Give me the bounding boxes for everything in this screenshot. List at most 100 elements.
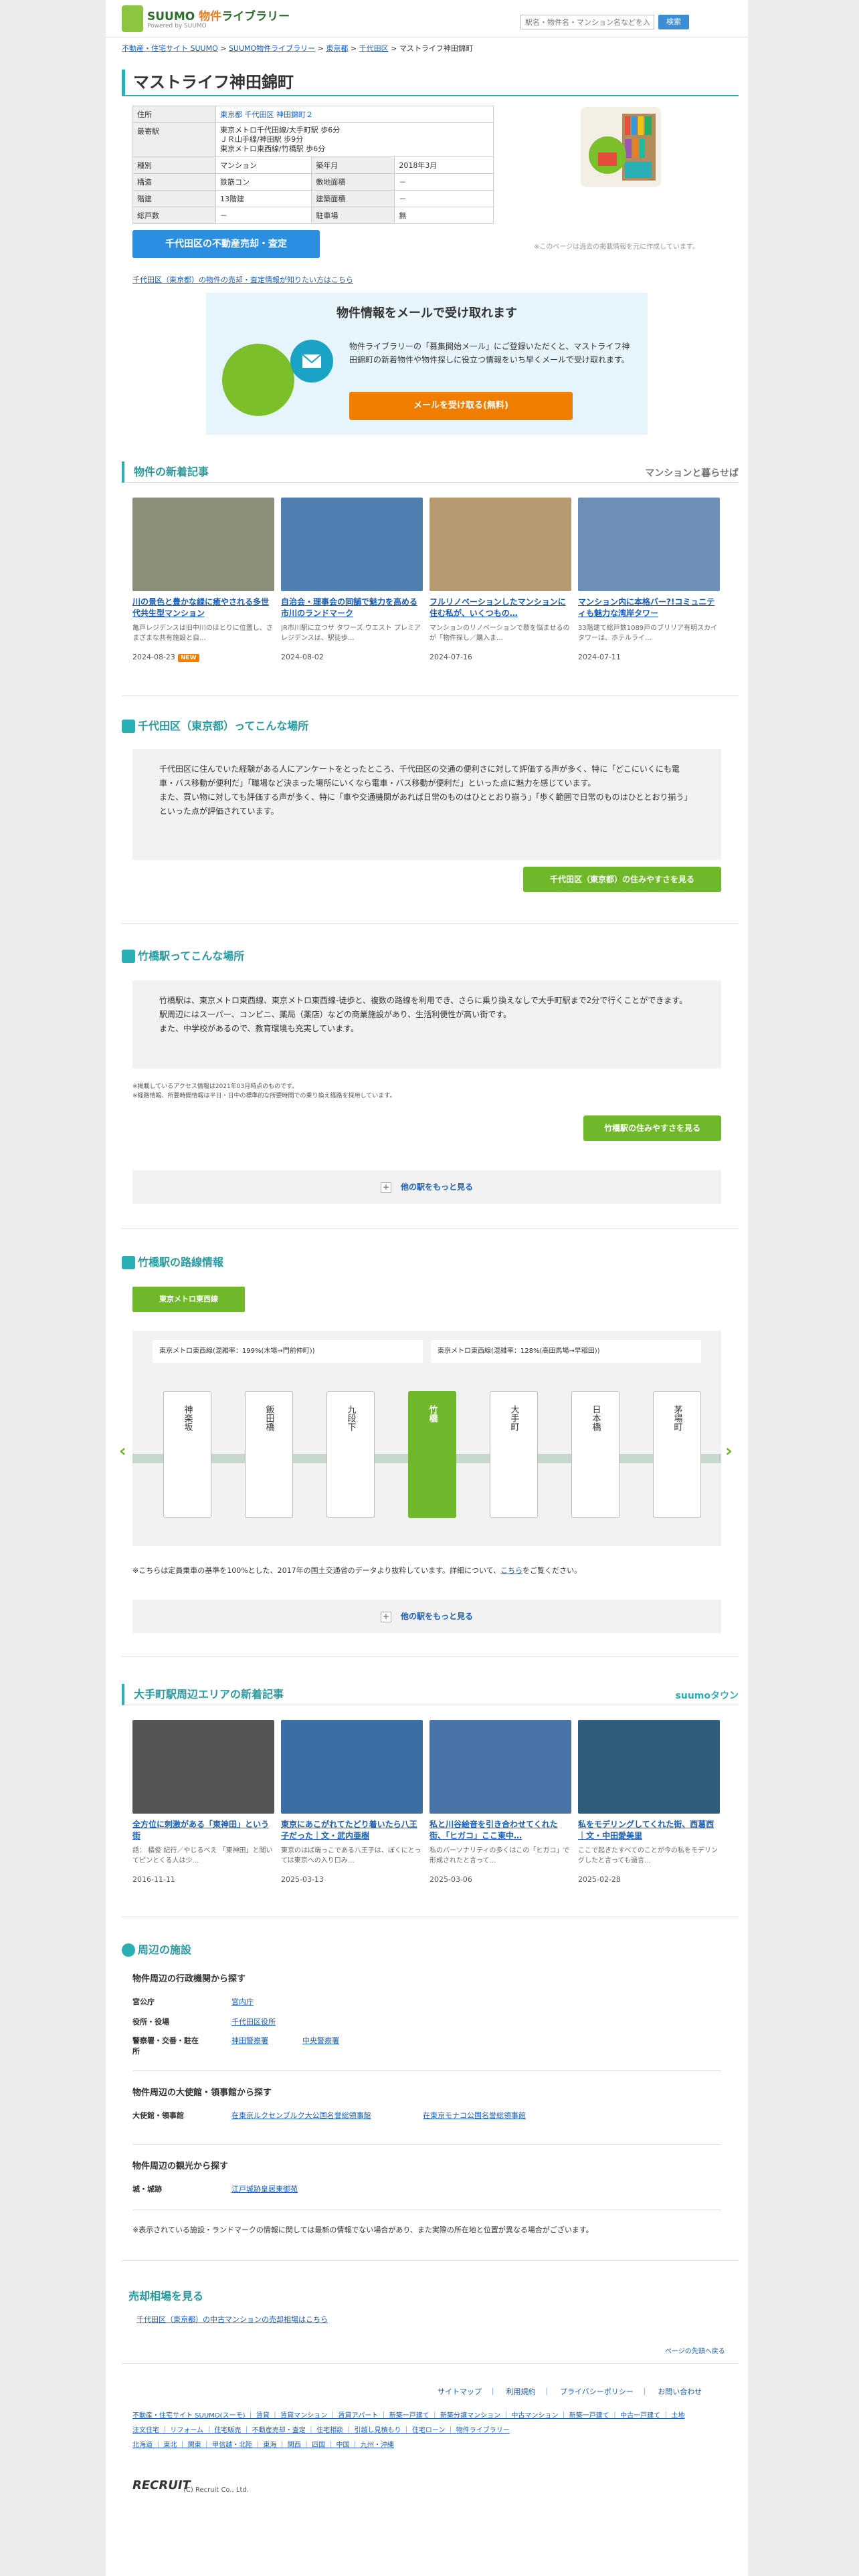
facility-row: 宮公庁 宮内庁 — [132, 1997, 721, 2008]
news-card[interactable]: マンション内に本格バー?!コミュニティも魅力な湾岸タワー 33階建て総戸数1089… — [578, 498, 720, 661]
footer-link-privacy[interactable]: プライバシーポリシー — [560, 2387, 634, 2396]
breadcrumb-chiyoda[interactable]: 千代田区 — [359, 44, 389, 53]
news-card-date: 2024-08-02 — [281, 653, 324, 661]
town-photo[interactable] — [132, 1720, 274, 1814]
news-card-title[interactable]: マンション内に本格バー?!コミュニティも魅力な湾岸タワー — [578, 597, 720, 621]
facility-link[interactable]: 在東京ルクセンブルク大公国名誉総領事館 — [231, 2111, 371, 2121]
town-card-title[interactable]: 全方位に刺激がある「東神田」という街 — [132, 1819, 274, 1843]
town-card-title[interactable]: 東京にあこがれてたどり着いたら八王子だった｜文・武内亜樹 — [281, 1819, 423, 1843]
breadcrumb-tokyo[interactable]: 東京都 — [326, 44, 348, 53]
news-photo[interactable] — [430, 498, 571, 591]
mail-description: 物件ライブラリーの「募集開始メール」にご登録いただくと、マストライフ神田錦町の新… — [349, 342, 630, 364]
news-card-date: 2024-07-16 — [430, 653, 472, 661]
facility-link[interactable]: 江戸城跡皇居東御苑 — [231, 2184, 298, 2195]
header: SUUMO 物件ライブラリー Powered by SUUMO 検索 — [106, 0, 748, 37]
suumo-logo-icon[interactable] — [122, 5, 143, 32]
footer-nav: サイトマップ ｜ 利用規約 ｜ プライバシーポリシー ｜ お問い合わせ — [438, 2387, 702, 2396]
congestion-detail-link[interactable]: こちら — [500, 1566, 522, 1575]
info-key: 構造 — [132, 173, 216, 191]
mansion-brand-logo[interactable]: マンションと暮らせば — [645, 463, 739, 484]
recruit-logo[interactable]: RECRUIT — [132, 2478, 191, 2492]
facility-row: 大使館・領事館 在東京ルクセンブルク大公国名誉総領事館 在東京モナコ公国名誉総領事館 — [132, 2111, 721, 2132]
facility-key: 大使館・領事館 — [132, 2111, 184, 2120]
news-card-title[interactable]: 自治会・理事会の同舗で魅力を高める市川のランドマーク — [281, 597, 423, 621]
town-card[interactable]: 私をモデリングしてくれた街、西葛西｜文・中田愛美里 ここで起きたすべてのことが今の… — [578, 1720, 720, 1884]
footer-link-sitemap[interactable]: サイトマップ — [438, 2387, 482, 2396]
station-nihonbashi[interactable]: 日本橋 — [571, 1391, 619, 1518]
town-card[interactable]: 東京にあこがれてたどり着いたら八王子だった｜文・武内亜樹 東京のはば端っこである八… — [281, 1720, 423, 1884]
plus-icon: + — [380, 1182, 391, 1193]
station-iidabashi[interactable]: 飯田橋 — [245, 1391, 293, 1518]
footer-links-3[interactable]: 北海道 ｜ 東北 ｜ 関東 ｜ 甲信越・北陸 ｜ 東海 ｜ 関西 ｜ 四国 ｜ … — [132, 2440, 394, 2452]
town-photo[interactable] — [281, 1720, 423, 1814]
facility-link[interactable]: 神田警察署 — [231, 2036, 268, 2046]
info-key: 駐車場 — [311, 207, 395, 224]
mail-signup-box: 物件情報をメールで受け取れます 物件ライブラリーの「募集開始メール」にご登録いた… — [206, 293, 648, 435]
station-kudanshita[interactable]: 九段下 — [326, 1391, 375, 1518]
breadcrumb-library[interactable]: SUUMO物件ライブラリー — [229, 44, 315, 53]
town-card-desc: 話： 橘俊 紀行／やじるべえ 「東神田」と聞いてピンとくる人は少… — [132, 1847, 273, 1864]
info-value: － — [394, 173, 494, 191]
facility-link[interactable]: 宮内庁 — [231, 1997, 254, 2008]
news-card[interactable]: フルリノベーションしたマンションに住む私が、いくつもの… マンションのリノベーショ… — [430, 498, 571, 661]
facilities-group-tourism: 物件周辺の観光から探す — [132, 2161, 229, 2171]
info-value: 鉄筋コン — [215, 173, 312, 191]
facilities-note: ※表示されている施設・ランドマークの情報に関しては最新の情報でない場合があり、ま… — [132, 2226, 593, 2234]
news-card-title[interactable]: 川の景色と豊かな緑に癒やされる多世代共生型マンション — [132, 597, 274, 621]
town-photo[interactable] — [430, 1720, 571, 1814]
news-photo[interactable] — [132, 498, 274, 591]
facility-key: 警察署・交番・駐在所 — [132, 2036, 199, 2056]
page-top-link[interactable]: ページの先頭へ戻る — [665, 2347, 725, 2357]
congestion-note-text: ※こちらは定員乗車の基準を100%とした、2017年の国土交通省のデータより抜粋… — [132, 1566, 501, 1575]
site-logo[interactable]: SUUMO 物件ライブラリー — [147, 7, 290, 23]
town-card-title[interactable]: 私をモデリングしてくれた街、西葛西｜文・中田愛美里 — [578, 1819, 720, 1843]
news-photo[interactable] — [281, 498, 423, 591]
news-card[interactable]: 川の景色と豊かな緑に癒やされる多世代共生型マンション 亀戸レジデンスは旧中川のほと… — [132, 498, 274, 662]
station-kagurazaka[interactable]: 神楽坂 — [163, 1391, 211, 1518]
news-card[interactable]: 自治会・理事会の同舗で魅力を高める市川のランドマーク JR市川駅に立つザ タワーズ… — [281, 498, 423, 661]
tab-tozai-line[interactable]: 東京メトロ東西線 — [132, 1287, 245, 1312]
station-otemachi[interactable]: 大手町 — [490, 1391, 538, 1518]
station-takebashi[interactable]: 竹橋 — [408, 1391, 456, 1518]
facility-link[interactable]: 在東京モナコ公国名誉総領事館 — [423, 2111, 526, 2121]
footer-link-contact[interactable]: お問い合わせ — [658, 2387, 702, 2396]
info-value: － — [215, 207, 312, 224]
facility-link[interactable]: 中央警察署 — [302, 2036, 339, 2046]
breadcrumb-suumo[interactable]: 不動産・住宅サイト SUUMO — [122, 44, 218, 53]
town-title: 大手町駅周辺エリアの新着記事 — [134, 1688, 284, 1701]
news-photo[interactable] — [578, 498, 720, 591]
info-station: 東京メトロ千代田線/大手町駅 歩6分 ＪＲ山手線/神田駅 歩9分 東京メトロ東西… — [215, 122, 494, 157]
area-livability-button[interactable]: 千代田区（東京都）の住みやすさを見る — [523, 867, 721, 892]
search-input[interactable] — [520, 15, 654, 29]
suumo-town-logo[interactable]: suumoタウン — [676, 1685, 739, 1707]
breadcrumb-current: マストライフ神田錦町 — [399, 44, 473, 53]
footer-links-2[interactable]: 注文住宅 ｜ リフォーム ｜ 住宅販売 ｜ 不動産売却・査定 ｜ 住宅相談 ｜ … — [132, 2425, 510, 2437]
divider — [122, 2260, 739, 2261]
chevron-left-icon[interactable]: ‹ — [119, 1441, 126, 1461]
footer-link-terms[interactable]: 利用規約 — [506, 2387, 536, 2396]
chevron-right-icon[interactable]: › — [725, 1441, 733, 1461]
town-card[interactable]: 全方位に刺激がある「東神田」という街話： 橘俊 紀行／やじるべえ 「東神田」と聞… — [132, 1720, 274, 1884]
search-button[interactable]: 検索 — [658, 15, 689, 29]
town-card-date: 2016-11-11 — [132, 1875, 175, 1884]
more-stations-button[interactable]: + 他の駅をもっと見る — [132, 1170, 721, 1204]
info-value: 無 — [394, 207, 494, 224]
more-stations-button-2[interactable]: + 他の駅をもっと見る — [132, 1600, 721, 1633]
mail-signup-button[interactable]: メールを受け取る(無料) — [349, 392, 573, 420]
info-value: － — [394, 190, 494, 207]
news-card-title[interactable]: フルリノベーションしたマンションに住む私が、いくつもの… — [430, 597, 571, 621]
facility-row: 警察署・交番・駐在所 神田警察署 中央警察署 — [132, 2036, 721, 2057]
town-card[interactable]: 私と川谷絵音を引き合わせてくれた街、「ヒガコ」ここ東中… 私のパーソナリティの多く… — [430, 1720, 571, 1884]
news-card-desc: JR市川駅に立つザ タワーズ ウエスト プレミアレジデンスは、駅徒歩… — [281, 625, 421, 642]
footer-links-1[interactable]: 不動産・住宅サイト SUUMO(スーモ) ｜ 賃貸 ｜ 賃貸マンション ｜ 賃貸… — [132, 2410, 684, 2422]
town-photo[interactable] — [578, 1720, 720, 1814]
facility-link[interactable]: 千代田区役所 — [231, 2017, 276, 2028]
sale-market-link[interactable]: 千代田区（東京都）の中古マンションの売却相場はこちら — [136, 2314, 328, 2325]
station-livability-button[interactable]: 竹橋駅の住みやすさを見る — [583, 1115, 721, 1141]
town-card-title[interactable]: 私と川谷絵音を引き合わせてくれた街、「ヒガコ」ここ東中… — [430, 1819, 571, 1843]
divider — [132, 2070, 721, 2071]
sell-info-link[interactable]: 千代田区（東京都）の物件の売却・査定情報が知りたい方はこちら — [132, 274, 353, 285]
info-key: 階建 — [132, 190, 216, 207]
station-kayabacho[interactable]: 茅場町 — [653, 1391, 701, 1518]
sell-assessment-button[interactable]: 千代田区の不動産売却・査定 — [132, 230, 320, 258]
